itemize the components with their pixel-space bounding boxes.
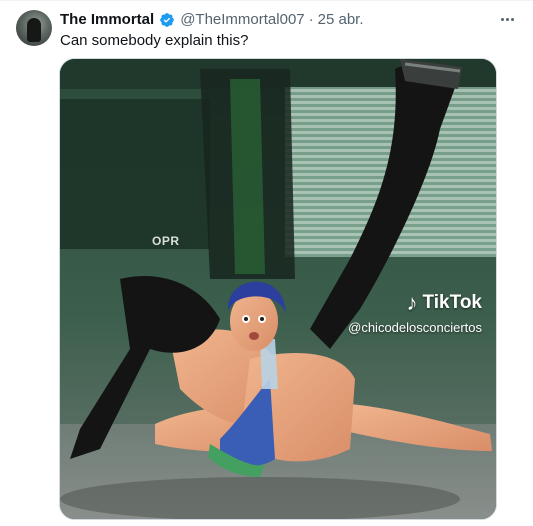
- more-dot: [510, 17, 514, 21]
- avatar[interactable]: [16, 10, 52, 46]
- verified-badge-icon[interactable]: [159, 12, 175, 28]
- media-image: [60, 59, 496, 519]
- tweet-media[interactable]: OPR ♪ TikTok @chicodelosconciertos: [59, 58, 497, 520]
- tiktok-icon: ♪: [406, 290, 418, 315]
- tweet-text: Can somebody explain this?: [60, 32, 249, 49]
- more-dot: [500, 17, 504, 21]
- separator-dot: ·: [308, 11, 314, 28]
- watermark-brand: TikTok: [422, 292, 482, 313]
- stage-sign: OPR: [152, 234, 180, 248]
- watermark-username: @chicodelosconciertos: [348, 320, 482, 335]
- tweet: The Immortal @TheImmortal007 · 25 abr. C…: [0, 0, 533, 526]
- tweet-header: The Immortal @TheImmortal007 · 25 abr.: [60, 11, 364, 29]
- more-dot: [505, 17, 509, 21]
- tweet-date[interactable]: 25 abr.: [318, 11, 364, 29]
- author-handle[interactable]: @TheImmortal007: [180, 11, 304, 29]
- tiktok-watermark: ♪ TikTok @chicodelosconciertos: [348, 291, 482, 337]
- more-options-icon[interactable]: [497, 9, 517, 29]
- avatar-figure: [27, 18, 41, 42]
- author-name[interactable]: The Immortal: [60, 11, 154, 29]
